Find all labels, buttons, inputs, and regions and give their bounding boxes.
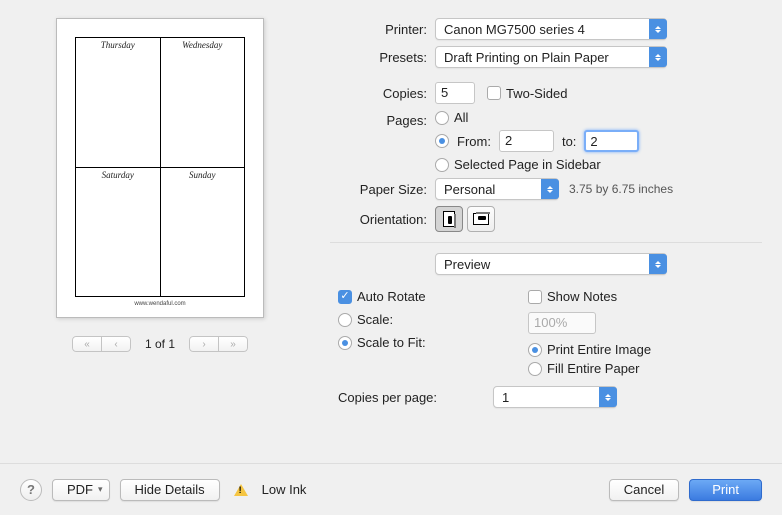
two-sided-checkbox[interactable]: Two-Sided (487, 86, 567, 101)
print-button[interactable]: Print (689, 479, 762, 501)
scale-to-fit-label: Scale to Fit: (357, 335, 426, 350)
preview-cell: Saturday (76, 168, 161, 297)
presets-value: Draft Printing on Plain Paper (444, 50, 609, 65)
next-page-button[interactable]: › (189, 336, 219, 352)
last-page-button[interactable]: » (218, 336, 248, 352)
two-sided-label: Two-Sided (506, 86, 567, 101)
to-page-input[interactable]: 2 (584, 130, 639, 152)
to-label: to: (562, 134, 576, 149)
landscape-icon (473, 213, 489, 225)
preview-panel: Thursday Wednesday Saturday Sunday www.w… (20, 18, 300, 414)
copies-label: Copies: (330, 86, 435, 101)
copies-per-page-select[interactable]: 1 (493, 386, 617, 408)
pages-all-label: All (454, 110, 468, 125)
paper-dimensions: 3.75 by 6.75 inches (569, 182, 673, 196)
preview-cell: Sunday (161, 168, 245, 297)
page-indicator: 1 of 1 (145, 337, 175, 351)
pdf-label: PDF (67, 482, 93, 497)
fill-entire-label: Fill Entire Paper (547, 361, 639, 376)
preview-cell: Wednesday (161, 38, 245, 167)
selected-page-radio[interactable]: Selected Page in Sidebar (435, 157, 639, 172)
scale-radio[interactable]: Scale: (338, 312, 488, 327)
copies-input[interactable]: 5 (435, 82, 475, 104)
page-preview: Thursday Wednesday Saturday Sunday www.w… (56, 18, 264, 318)
scale-percent-input: 100% (528, 312, 596, 334)
chevron-updown-icon (649, 254, 667, 274)
paper-size-select[interactable]: Personal (435, 178, 559, 200)
copies-per-page-label: Copies per page: (338, 390, 468, 405)
paper-size-value: Personal (444, 182, 495, 197)
warning-icon (234, 484, 248, 496)
scale-to-fit-radio[interactable]: Scale to Fit: (338, 335, 488, 350)
presets-label: Presets: (330, 50, 435, 65)
auto-rotate-checkbox[interactable]: ✓Auto Rotate (338, 289, 488, 304)
pages-from-radio[interactable] (435, 134, 449, 148)
chevron-updown-icon (649, 19, 667, 39)
printer-label: Printer: (330, 22, 435, 37)
help-button[interactable]: ? (20, 479, 42, 501)
show-notes-checkbox[interactable]: Show Notes (528, 289, 678, 304)
pages-label: Pages: (330, 110, 435, 128)
from-label: From: (457, 134, 491, 149)
cancel-button[interactable]: Cancel (609, 479, 679, 501)
chevron-down-icon: ▾ (98, 484, 103, 495)
orientation-portrait-button[interactable] (435, 206, 463, 232)
printer-select[interactable]: Canon MG7500 series 4 (435, 18, 667, 40)
auto-rotate-label: Auto Rotate (357, 289, 426, 304)
chevron-updown-icon (541, 179, 559, 199)
chevron-updown-icon (649, 47, 667, 67)
paper-size-label: Paper Size: (330, 182, 435, 197)
section-menu-value: Preview (444, 257, 490, 272)
preview-watermark: www.wendaful.com (75, 301, 245, 307)
hide-details-button[interactable]: Hide Details (120, 479, 220, 501)
presets-select[interactable]: Draft Printing on Plain Paper (435, 46, 667, 68)
prev-page-button[interactable]: ‹ (101, 336, 131, 352)
printer-value: Canon MG7500 series 4 (444, 22, 585, 37)
print-entire-label: Print Entire Image (547, 342, 651, 357)
section-menu-select[interactable]: Preview (435, 253, 667, 275)
scale-label: Scale: (357, 312, 393, 327)
orientation-label: Orientation: (330, 212, 435, 227)
cancel-label: Cancel (624, 482, 664, 497)
preview-cell: Thursday (76, 38, 161, 167)
first-page-button[interactable]: « (72, 336, 102, 352)
from-page-input[interactable]: 2 (499, 130, 554, 152)
print-label: Print (712, 482, 739, 497)
pages-all-radio[interactable]: All (435, 110, 639, 125)
chevron-updown-icon (599, 387, 617, 407)
fill-entire-paper-radio[interactable]: Fill Entire Paper (528, 361, 678, 376)
orientation-landscape-button[interactable] (467, 206, 495, 232)
low-ink-label: Low Ink (262, 482, 307, 497)
show-notes-label: Show Notes (547, 289, 617, 304)
copies-per-page-value: 1 (502, 390, 509, 405)
pdf-button[interactable]: PDF ▾ (52, 479, 110, 501)
hide-details-label: Hide Details (135, 482, 205, 497)
print-entire-image-radio[interactable]: Print Entire Image (528, 342, 678, 357)
portrait-icon (443, 211, 455, 227)
selected-page-label: Selected Page in Sidebar (454, 157, 601, 172)
